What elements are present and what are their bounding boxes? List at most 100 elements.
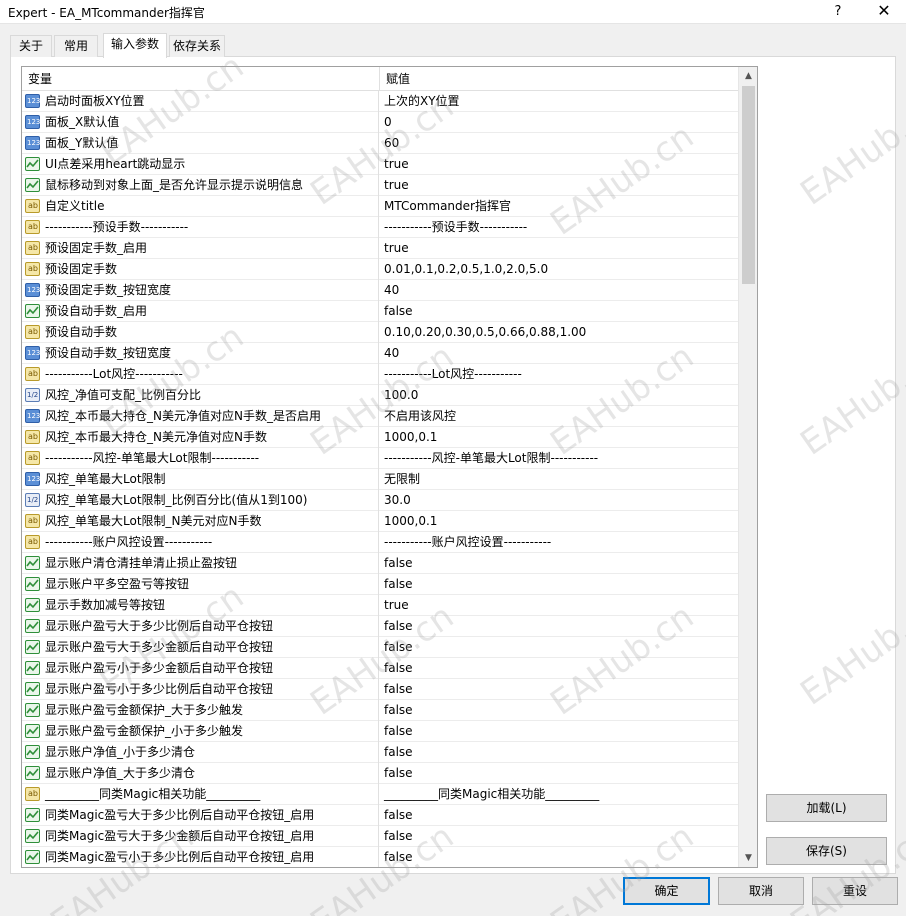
- save-button[interactable]: 保存(S): [766, 837, 887, 865]
- cancel-button[interactable]: 取消: [718, 877, 804, 905]
- parameter-row[interactable]: 123 风控_单笔最大Lot限制 无限制: [22, 469, 738, 490]
- parameter-value[interactable]: -----------账户风控设置-----------: [380, 532, 738, 553]
- parameter-row[interactable]: ab 预设固定手数 0.01,0.1,0.2,0.5,1.0,2.0,5.0: [22, 259, 738, 280]
- parameter-row[interactable]: ab -----------Lot风控----------- -----------…: [22, 364, 738, 385]
- parameter-row[interactable]: ab -----------账户风控设置----------- ----------…: [22, 532, 738, 553]
- parameter-value[interactable]: 无限制: [380, 469, 738, 490]
- parameter-value[interactable]: 上次的XY位置: [380, 91, 738, 112]
- parameter-value[interactable]: 60: [380, 133, 738, 154]
- parameter-value[interactable]: -----------风控-单笔最大Lot限制-----------: [380, 448, 738, 469]
- parameter-row[interactable]: 123 面板_X默认值 0: [22, 112, 738, 133]
- parameter-value[interactable]: _________同类Magic相关功能_________: [380, 784, 738, 805]
- parameter-value[interactable]: true: [380, 595, 738, 616]
- parameter-row[interactable]: 同类Magic盈亏大于多少比例后自动平仓按钮_启用 false: [22, 805, 738, 826]
- parameter-row[interactable]: 显示账户盈亏金额保护_大于多少触发 false: [22, 700, 738, 721]
- parameter-row[interactable]: 鼠标移动到对象上面_是否允许显示提示说明信息 true: [22, 175, 738, 196]
- parameter-row[interactable]: ab 风控_本币最大持仓_N美元净值对应N手数 1000,0.1: [22, 427, 738, 448]
- reset-button[interactable]: 重设: [812, 877, 898, 905]
- boolean-type-icon: [25, 745, 40, 759]
- parameter-value[interactable]: false: [380, 721, 738, 742]
- scroll-down-icon[interactable]: ▼: [739, 849, 757, 867]
- parameter-row[interactable]: 显示账户平多空盈亏等按钮 false: [22, 574, 738, 595]
- parameter-value[interactable]: false: [380, 742, 738, 763]
- parameter-row[interactable]: 显示账户盈亏小于多少金额后自动平仓按钮 false: [22, 658, 738, 679]
- parameter-value[interactable]: true: [380, 154, 738, 175]
- parameter-row[interactable]: 显示账户净值_小于多少清仓 false: [22, 742, 738, 763]
- parameter-row[interactable]: 同类Magic盈亏大于多少金额后自动平仓按钮_启用 false: [22, 826, 738, 847]
- parameter-name: 自定义title: [45, 199, 105, 213]
- parameter-value[interactable]: false: [380, 805, 738, 826]
- tab-dependencies[interactable]: 依存关系: [169, 35, 225, 57]
- parameter-row[interactable]: 1/2 风控_净值可支配_比例百分比 100.0: [22, 385, 738, 406]
- parameter-row[interactable]: 预设自动手数_启用 false: [22, 301, 738, 322]
- parameter-row[interactable]: 显示账户盈亏小于多少比例后自动平仓按钮 false: [22, 679, 738, 700]
- column-header-value[interactable]: 赋值: [380, 67, 410, 91]
- parameter-value[interactable]: false: [380, 679, 738, 700]
- parameter-name: 显示账户盈亏大于多少比例后自动平仓按钮: [45, 619, 274, 633]
- parameter-value[interactable]: -----------预设手数-----------: [380, 217, 738, 238]
- parameter-value[interactable]: 0.10,0.20,0.30,0.5,0.66,0.88,1.00: [380, 322, 738, 343]
- parameter-value[interactable]: true: [380, 175, 738, 196]
- parameter-value[interactable]: MTCommander指挥官: [380, 196, 738, 217]
- ok-button[interactable]: 确定: [623, 877, 710, 905]
- parameter-name-cell: 鼠标移动到对象上面_是否允许显示提示说明信息: [22, 175, 379, 196]
- tab-about[interactable]: 关于: [10, 35, 52, 57]
- parameter-name-cell: 显示账户盈亏金额保护_小于多少触发: [22, 721, 379, 742]
- parameter-value[interactable]: 30.0: [380, 490, 738, 511]
- vertical-scrollbar[interactable]: ▲ ▼: [738, 67, 757, 867]
- tab-inputs[interactable]: 输入参数: [103, 33, 167, 58]
- scrollbar-thumb[interactable]: [742, 86, 755, 284]
- parameter-row[interactable]: 显示账户净值_大于多少清仓 false: [22, 763, 738, 784]
- parameter-value[interactable]: 100.0: [380, 385, 738, 406]
- parameter-value[interactable]: false: [380, 847, 738, 867]
- parameter-value[interactable]: 40: [380, 343, 738, 364]
- parameter-name-cell: 1/2 风控_净值可支配_比例百分比: [22, 385, 379, 406]
- parameter-row[interactable]: 1/2 风控_单笔最大Lot限制_比例百分比(值从1到100) 30.0: [22, 490, 738, 511]
- parameter-row[interactable]: ab _________同类Magic相关功能_________ _________…: [22, 784, 738, 805]
- parameter-value[interactable]: 不启用该风控: [380, 406, 738, 427]
- parameter-row[interactable]: 显示账户盈亏大于多少金额后自动平仓按钮 false: [22, 637, 738, 658]
- parameter-value[interactable]: 0.01,0.1,0.2,0.5,1.0,2.0,5.0: [380, 259, 738, 280]
- close-button[interactable]: ✕: [864, 0, 904, 24]
- parameter-value[interactable]: true: [380, 238, 738, 259]
- parameter-row[interactable]: 显示账户清仓清挂单清止损止盈按钮 false: [22, 553, 738, 574]
- parameter-row[interactable]: 显示手数加减号等按钮 true: [22, 595, 738, 616]
- parameter-row[interactable]: UI点差采用heart跳动显示 true: [22, 154, 738, 175]
- boolean-type-icon: [25, 556, 40, 570]
- parameter-value[interactable]: 1000,0.1: [380, 511, 738, 532]
- column-header-variable[interactable]: 变量: [22, 67, 52, 91]
- parameter-value[interactable]: false: [380, 658, 738, 679]
- parameter-value[interactable]: false: [380, 574, 738, 595]
- parameter-row[interactable]: 123 风控_本币最大持仓_N美元净值对应N手数_是否启用 不启用该风控: [22, 406, 738, 427]
- parameter-row[interactable]: 123 启动时面板XY位置 上次的XY位置: [22, 91, 738, 112]
- parameter-name: 面板_Y默认值: [45, 136, 119, 150]
- parameter-value[interactable]: 40: [380, 280, 738, 301]
- parameter-row[interactable]: 同类Magic盈亏小于多少比例后自动平仓按钮_启用 false: [22, 847, 738, 867]
- parameter-value[interactable]: 1000,0.1: [380, 427, 738, 448]
- parameter-value[interactable]: false: [380, 637, 738, 658]
- parameter-name-cell: 123 面板_Y默认值: [22, 133, 379, 154]
- parameter-row[interactable]: 123 面板_Y默认值 60: [22, 133, 738, 154]
- parameter-value[interactable]: 0: [380, 112, 738, 133]
- parameter-row[interactable]: 123 预设固定手数_按钮宽度 40: [22, 280, 738, 301]
- help-button[interactable]: ?: [826, 2, 850, 22]
- scroll-up-icon[interactable]: ▲: [739, 67, 757, 85]
- parameter-value[interactable]: false: [380, 553, 738, 574]
- parameter-row[interactable]: ab 预设固定手数_启用 true: [22, 238, 738, 259]
- tab-common[interactable]: 常用: [54, 35, 98, 57]
- parameter-value[interactable]: false: [380, 826, 738, 847]
- parameter-row[interactable]: ab 风控_单笔最大Lot限制_N美元对应N手数 1000,0.1: [22, 511, 738, 532]
- parameter-row[interactable]: ab 预设自动手数 0.10,0.20,0.30,0.5,0.66,0.88,1.0…: [22, 322, 738, 343]
- parameter-row[interactable]: ab 自定义title MTCommander指挥官: [22, 196, 738, 217]
- parameter-value[interactable]: false: [380, 616, 738, 637]
- parameter-value[interactable]: false: [380, 763, 738, 784]
- parameter-row[interactable]: 123 预设自动手数_按钮宽度 40: [22, 343, 738, 364]
- load-button[interactable]: 加载(L): [766, 794, 887, 822]
- parameter-row[interactable]: 显示账户盈亏金额保护_小于多少触发 false: [22, 721, 738, 742]
- parameter-row[interactable]: 显示账户盈亏大于多少比例后自动平仓按钮 false: [22, 616, 738, 637]
- parameter-value[interactable]: -----------Lot风控-----------: [380, 364, 738, 385]
- parameter-row[interactable]: ab -----------预设手数----------- -----------预…: [22, 217, 738, 238]
- parameter-value[interactable]: false: [380, 301, 738, 322]
- parameter-row[interactable]: ab -----------风控-单笔最大Lot限制----------- ----…: [22, 448, 738, 469]
- parameter-value[interactable]: false: [380, 700, 738, 721]
